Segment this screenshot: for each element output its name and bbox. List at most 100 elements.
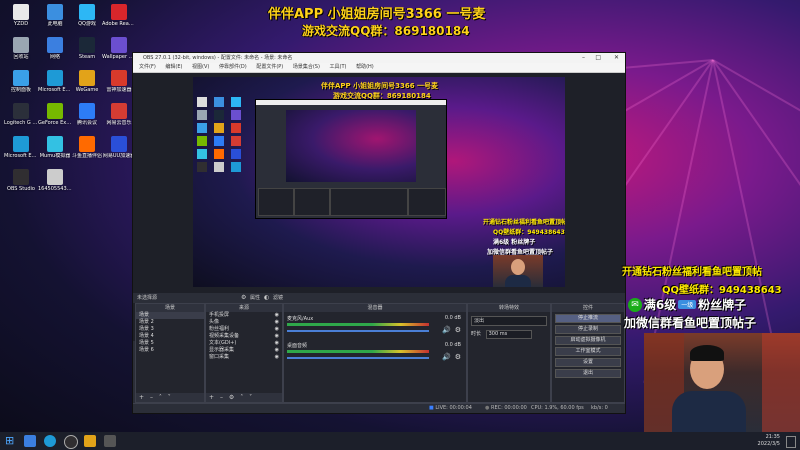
- volume-slider[interactable]: [287, 330, 429, 332]
- move-up-icon[interactable]: ˄: [159, 394, 162, 401]
- menu-edit[interactable]: 编辑(E): [165, 64, 182, 70]
- scene-item[interactable]: 场景 5: [136, 340, 204, 347]
- transition-select[interactable]: 淡出: [471, 316, 547, 326]
- app-icon: [47, 37, 63, 53]
- desktop-icon[interactable]: 斗鱼直播伴侣: [70, 136, 104, 159]
- sources-header: 来源: [206, 304, 282, 312]
- duration-input[interactable]: 300 ms: [485, 330, 532, 339]
- desktop-icon[interactable]: GeForce Experience: [38, 103, 72, 126]
- desktop-icon[interactable]: 网易云音乐: [102, 103, 136, 126]
- filter-icon[interactable]: ◐: [264, 293, 269, 303]
- source-item[interactable]: 文本(GDI+) ◉: [206, 340, 282, 347]
- source-item[interactable]: 显示器采集 ◉: [206, 347, 282, 354]
- eye-icon[interactable]: ◉: [275, 319, 279, 326]
- gear-icon[interactable]: ⚙: [241, 293, 246, 303]
- settings-button[interactable]: 设置: [555, 358, 621, 367]
- add-icon[interactable]: +: [209, 394, 214, 401]
- desktop-icon[interactable]: Adobe Reader: [102, 4, 136, 27]
- edge-icon[interactable]: [44, 435, 56, 447]
- source-item[interactable]: 粉丝福利 ◉: [206, 326, 282, 333]
- desktop-icon[interactable]: Logitech G HUB: [4, 103, 38, 126]
- studio-mode-button[interactable]: 工作室模式: [555, 347, 621, 356]
- move-up-icon[interactable]: ˄: [240, 394, 243, 401]
- eye-icon[interactable]: ◉: [275, 354, 279, 361]
- desktop-icon[interactable]: OBS Studio: [4, 169, 38, 192]
- source-item[interactable]: 视频采集设备 ◉: [206, 333, 282, 340]
- speaker-icon[interactable]: 🔊: [442, 326, 451, 334]
- filters-button[interactable]: 滤镜: [273, 293, 283, 303]
- desktop-icon[interactable]: Microsoft Edge: [4, 136, 38, 159]
- minimize-icon[interactable]: –: [582, 53, 585, 63]
- app-icon: [13, 4, 29, 20]
- cpu-indicator: CPU: 1.9%, 60.00 fps: [531, 405, 584, 411]
- app-icon: [111, 136, 127, 152]
- desktop-icon[interactable]: 雷神加速器: [102, 70, 136, 93]
- move-down-icon[interactable]: ˅: [168, 394, 171, 401]
- gear-icon[interactable]: ⚙: [455, 353, 461, 361]
- desktop-icon[interactable]: Wallpaper Engine: [102, 37, 136, 60]
- menu-view[interactable]: 视图(V): [192, 64, 209, 70]
- desktop-icon[interactable]: 回收站: [4, 37, 38, 60]
- preview-promo-1: 开通钻石粉丝福利看鱼吧置顶帖: [483, 219, 565, 226]
- add-icon[interactable]: +: [139, 394, 144, 401]
- obs-menubar: 文件(F) 编辑(E) 视图(V) 停靠部件(D) 配置文件(P) 场景集合(S…: [133, 63, 625, 73]
- desktop-icon[interactable]: 网易UU加速器: [102, 136, 136, 159]
- remove-icon[interactable]: –: [220, 394, 223, 401]
- eye-icon[interactable]: ◉: [275, 333, 279, 340]
- source-item[interactable]: 头像 ◉: [206, 319, 282, 326]
- desktop-icon[interactable]: 1645055432 1965917...: [38, 169, 72, 192]
- desktop-icon[interactable]: 网络: [38, 37, 72, 60]
- menu-file[interactable]: 文件(F): [139, 64, 156, 70]
- exit-button[interactable]: 退出: [555, 369, 621, 378]
- stop-recording-button[interactable]: 停止录制: [555, 325, 621, 334]
- maximize-icon[interactable]: □: [595, 53, 601, 63]
- scene-item[interactable]: 场景: [136, 312, 204, 319]
- close-icon[interactable]: ✕: [614, 53, 619, 63]
- mixer-channel: 桌面音频 0.0 dB 🔊 ⚙: [287, 342, 463, 366]
- stop-streaming-button[interactable]: 停止推流: [555, 314, 621, 323]
- desktop-icon-label: 此电脑: [47, 21, 63, 27]
- eye-icon[interactable]: ◉: [275, 326, 279, 333]
- eye-icon[interactable]: ◉: [275, 340, 279, 347]
- properties-button[interactable]: 属性: [250, 293, 260, 303]
- app-icon[interactable]: [84, 435, 96, 447]
- obs-preview[interactable]: 伴伴APP 小姐姐房间号3366 一号麦 游戏交流QQ群：869180184 开…: [193, 77, 565, 287]
- app-icon[interactable]: [104, 435, 116, 447]
- desktop-icon[interactable]: Mumu模拟器: [38, 136, 72, 159]
- scenes-header: 场景: [136, 304, 204, 312]
- gear-icon[interactable]: ⚙: [229, 394, 234, 401]
- desktop-icon[interactable]: YZDD: [4, 4, 38, 27]
- scene-item[interactable]: 场景 3: [136, 326, 204, 333]
- notification-icon[interactable]: [786, 436, 796, 448]
- source-item[interactable]: 手机投屏 ◉: [206, 312, 282, 319]
- gear-icon[interactable]: ⚙: [455, 326, 461, 334]
- scene-item[interactable]: 场景 6: [136, 347, 204, 354]
- desktop-icon[interactable]: 此电脑: [38, 4, 72, 27]
- eye-icon[interactable]: ◉: [275, 347, 279, 354]
- clock[interactable]: 21:35 2022/3/5: [758, 434, 780, 448]
- speaker-icon[interactable]: 🔊: [442, 353, 451, 361]
- desktop-icon[interactable]: Steam: [70, 37, 104, 60]
- desktop-icon[interactable]: 控制面板: [4, 70, 38, 93]
- desktop-icon[interactable]: QQ游戏: [70, 4, 104, 27]
- desktop-icon[interactable]: 腾讯会议: [70, 103, 104, 126]
- scene-item[interactable]: 场景 4: [136, 333, 204, 340]
- desktop-icon[interactable]: Microsoft Edge: [38, 70, 72, 93]
- menu-help[interactable]: 帮助(H): [356, 64, 374, 70]
- move-down-icon[interactable]: ˅: [249, 394, 252, 401]
- scene-item[interactable]: 场景 2: [136, 319, 204, 326]
- menu-profile[interactable]: 配置文件(P): [256, 64, 283, 70]
- taskview-icon[interactable]: [24, 435, 36, 447]
- obs-icon[interactable]: [64, 435, 78, 449]
- menu-docks[interactable]: 停靠部件(D): [219, 64, 247, 70]
- desktop-icon[interactable]: WeGame: [70, 70, 104, 93]
- volume-slider[interactable]: [287, 357, 429, 359]
- source-item[interactable]: 窗口采集 ◉: [206, 354, 282, 361]
- windows-start-icon[interactable]: ⊞: [5, 435, 17, 447]
- preview-webcam: [493, 255, 543, 287]
- remove-icon[interactable]: –: [150, 394, 153, 401]
- eye-icon[interactable]: ◉: [275, 312, 279, 319]
- menu-scene-collection[interactable]: 场景集合(S): [293, 64, 320, 70]
- virtual-camera-button[interactable]: 启动虚拟摄像机: [555, 336, 621, 345]
- menu-tools[interactable]: 工具(T): [330, 64, 347, 70]
